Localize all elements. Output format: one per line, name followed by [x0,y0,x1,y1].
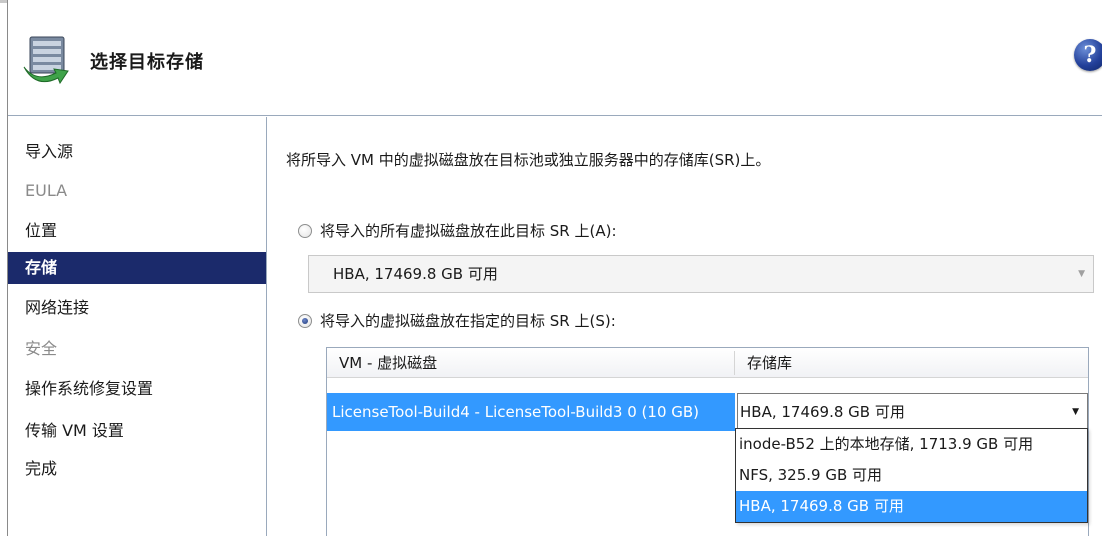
import-storage-icon [23,36,69,85]
sr-select[interactable]: HBA, 17469.8 GB 可用 ▼ [737,393,1088,431]
all-disks-sr-value: HBA, 17469.8 GB 可用 [333,265,498,283]
sr-option-local[interactable]: inode-B52 上的本地存储, 1713.9 GB 可用 [736,429,1087,460]
column-header-vm-disk[interactable]: VM - 虚拟磁盘 [327,348,437,378]
wizard-steps-sidebar: 导入源 EULA 位置 存储 网络连接 安全 操作系统修复设置 传输 VM 设置… [8,117,267,536]
sr-dropdown-list[interactable]: inode-B52 上的本地存储, 1713.9 GB 可用 NFS, 325.… [735,428,1088,523]
sidebar-item-location[interactable]: 位置 [8,215,266,247]
radio-all-disks[interactable] [298,224,312,238]
option-all-disks-row[interactable]: 将导入的所有虚拟磁盘放在此目标 SR 上(A): [298,220,617,242]
sidebar-item-os-fixup[interactable]: 操作系统修复设置 [8,373,266,405]
sidebar-item-security: 安全 [25,339,58,358]
page-description: 将所导入 VM 中的虚拟磁盘放在目标池或独立服务器中的存储库(SR)上。 [286,151,771,169]
column-header-sr[interactable]: 存储库 [735,348,792,378]
sr-option-hba[interactable]: HBA, 17469.8 GB 可用 [736,491,1087,522]
chevron-down-icon: ▼ [1078,269,1085,279]
option-specific-disks-row[interactable]: 将导入的虚拟磁盘放在指定的目标 SR 上(S): [298,310,616,332]
chevron-down-icon[interactable]: ▼ [1072,394,1079,430]
sidebar-item-transfer-vm[interactable]: 传输 VM 设置 [8,415,266,447]
wizard-header: 选择目标存储 ? [8,0,1102,116]
table-row[interactable]: LicenseTool-Build4 - LicenseTool-Build3 … [327,393,1088,431]
sidebar-item-import-source[interactable]: 导入源 [8,136,266,168]
vm-disk-cell[interactable]: LicenseTool-Build4 - LicenseTool-Build3 … [327,393,735,431]
option-all-disks-label: 将导入的所有虚拟磁盘放在此目标 SR 上(A): [320,222,617,240]
sidebar-item-networking[interactable]: 网络连接 [8,292,266,324]
sr-option-nfs[interactable]: NFS, 325.9 GB 可用 [736,460,1087,491]
all-disks-sr-select: HBA, 17469.8 GB 可用 ▼ [308,255,1094,293]
option-specific-disks-label: 将导入的虚拟磁盘放在指定的目标 SR 上(S): [320,312,616,330]
table-header: VM - 虚拟磁盘 存储库 [327,348,1088,378]
sidebar-item-storage[interactable]: 存储 [8,252,266,284]
radio-specific-disks[interactable] [298,314,312,328]
page-title: 选择目标存储 [90,52,204,73]
sr-select-value: HBA, 17469.8 GB 可用 [740,403,905,421]
sidebar-item-eula: EULA [25,181,68,200]
sidebar-item-finish[interactable]: 完成 [8,453,266,485]
help-icon[interactable]: ? [1074,39,1102,71]
